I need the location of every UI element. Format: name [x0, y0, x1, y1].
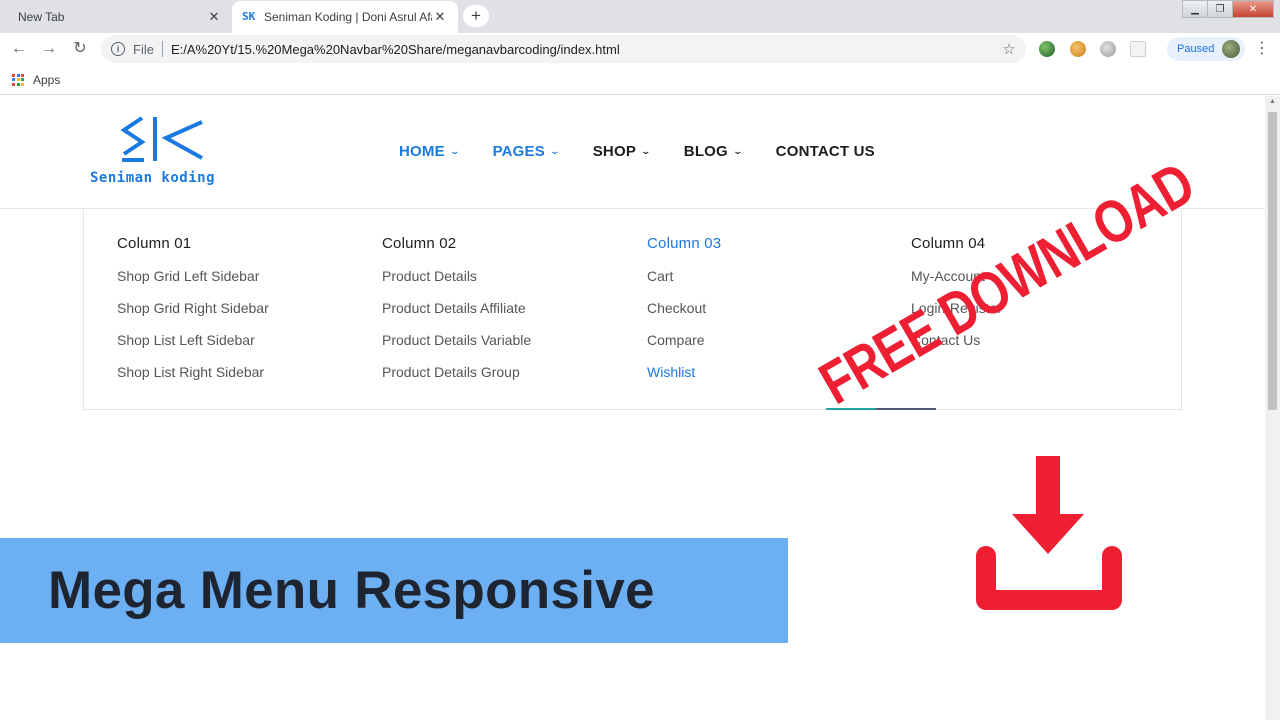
- window-controls: ▁ ❐ ✕: [1182, 0, 1274, 18]
- tab-strip: New Tab ✕ SK Seniman Koding | Doni Asrul…: [0, 0, 1280, 33]
- chevron-down-icon: ⌄: [449, 146, 461, 156]
- close-icon: ✕: [1248, 3, 1258, 15]
- profile-button[interactable]: Paused: [1167, 37, 1245, 61]
- restore-icon: ❐: [1215, 3, 1225, 15]
- tab-seniman-koding[interactable]: SK Seniman Koding | Doni Asrul Afa ✕: [232, 1, 458, 33]
- window-close-button[interactable]: ✕: [1232, 0, 1274, 18]
- close-icon[interactable]: ✕: [432, 9, 448, 25]
- mega-column-2: Column 02 Product Details Product Detail…: [382, 235, 622, 396]
- menu-link[interactable]: Shop List Right Sidebar: [117, 364, 357, 396]
- column-title: Column 03: [647, 235, 722, 252]
- chevron-down-icon: ⌄: [549, 146, 561, 156]
- url-text[interactable]: E:/A%20Yt/15.%20Mega%20Navbar%20Share/me…: [171, 42, 998, 57]
- nav-label: BLOG: [683, 143, 728, 160]
- menu-link[interactable]: Shop Grid Left Sidebar: [117, 268, 357, 300]
- column-title: Column 02: [382, 235, 457, 252]
- nav-pages[interactable]: PAGES ⌄: [492, 143, 561, 160]
- kebab-menu-icon[interactable]: ⋮: [1254, 39, 1270, 59]
- download-icon: [976, 456, 1122, 610]
- back-arrow-icon[interactable]: ←: [9, 39, 29, 59]
- tab-label: Seniman Koding | Doni Asrul Afa: [264, 10, 432, 24]
- close-icon[interactable]: ✕: [206, 9, 222, 25]
- minimize-icon: ▁: [1191, 3, 1199, 15]
- nav-label: PAGES: [492, 143, 545, 160]
- chevron-down-icon: ⌄: [732, 146, 744, 156]
- browser-toolbar: ← → ↻ i File E:/A%20Yt/15.%20Mega%20Navb…: [0, 33, 1280, 65]
- info-icon[interactable]: i: [111, 42, 125, 56]
- menu-link[interactable]: Shop Grid Right Sidebar: [117, 300, 357, 332]
- favicon-icon: SK: [242, 10, 256, 23]
- avatar: [1222, 40, 1241, 58]
- title-banner: Mega Menu Responsive: [0, 538, 788, 643]
- menu-link[interactable]: Shop List Left Sidebar: [117, 332, 357, 364]
- nav-label: SHOP: [592, 143, 637, 160]
- scheme-label: File: [133, 41, 154, 57]
- minimize-button[interactable]: ▁: [1182, 0, 1208, 18]
- sk-logo-icon: [120, 116, 203, 162]
- nav-label: HOME: [399, 143, 445, 160]
- nav-home[interactable]: HOME ⌄: [399, 143, 461, 160]
- bookmark-apps[interactable]: Apps: [33, 73, 60, 87]
- tab-new-tab[interactable]: New Tab ✕: [0, 0, 232, 33]
- menu-link[interactable]: Product Details Variable: [382, 332, 622, 364]
- forward-arrow-icon[interactable]: →: [39, 39, 59, 59]
- plus-icon: +: [471, 6, 481, 25]
- nav-blog[interactable]: BLOG ⌄: [683, 143, 744, 160]
- extension-icon[interactable]: [1039, 41, 1055, 57]
- site-logo[interactable]: Seniman koding: [90, 114, 240, 194]
- column-title: Column 01: [117, 235, 192, 252]
- menu-link[interactable]: Product Details Affiliate: [382, 300, 622, 332]
- nav-contact-us[interactable]: CONTACT US: [776, 143, 875, 160]
- profile-status: Paused: [1177, 43, 1215, 55]
- new-tab-button[interactable]: +: [463, 5, 489, 27]
- menu-link[interactable]: Product Details: [382, 268, 622, 300]
- scroll-up-icon[interactable]: ▲: [1269, 98, 1276, 105]
- address-bar[interactable]: i File E:/A%20Yt/15.%20Mega%20Navbar%20S…: [101, 35, 1026, 63]
- menu-link[interactable]: Checkout: [647, 300, 887, 332]
- logo-text: Seniman koding: [90, 170, 216, 186]
- bookmark-star-icon[interactable]: ☆: [998, 40, 1020, 58]
- cookie-extension-icon[interactable]: [1070, 41, 1086, 57]
- site-header: Seniman koding HOME ⌄ PAGES ⌄ SHOP ⌄ BLOG ⌄ …: [0, 96, 1265, 209]
- main-nav: HOME ⌄ PAGES ⌄ SHOP ⌄ BLOG ⌄ CONTACT US: [399, 143, 909, 160]
- restore-button[interactable]: ❐: [1207, 0, 1233, 18]
- tab-label: New Tab: [18, 9, 65, 24]
- menu-link[interactable]: Cart: [647, 268, 887, 300]
- page-viewport: ▲ Seniman koding HOME ⌄ PAGES ⌄ SHOP ⌄ B…: [0, 96, 1280, 720]
- reload-icon[interactable]: ↻: [70, 39, 90, 59]
- extension-icon[interactable]: [1130, 41, 1146, 57]
- divider: [161, 41, 163, 57]
- extension-icon[interactable]: [1100, 41, 1116, 57]
- bookmarks-bar: Apps: [0, 65, 1280, 95]
- chevron-down-icon: ⌄: [640, 146, 652, 156]
- mega-column-1: Column 01 Shop Grid Left Sidebar Shop Gr…: [117, 235, 357, 396]
- nav-shop[interactable]: SHOP ⌄: [592, 143, 652, 160]
- banner-title: Mega Menu Responsive: [48, 561, 655, 620]
- vertical-scrollbar[interactable]: ▲: [1265, 96, 1280, 720]
- apps-grid-icon[interactable]: [12, 73, 24, 86]
- screen: New Tab ✕ SK Seniman Koding | Doni Asrul…: [0, 0, 1280, 720]
- nav-label: CONTACT US: [775, 143, 875, 160]
- menu-link[interactable]: Product Details Group: [382, 364, 622, 396]
